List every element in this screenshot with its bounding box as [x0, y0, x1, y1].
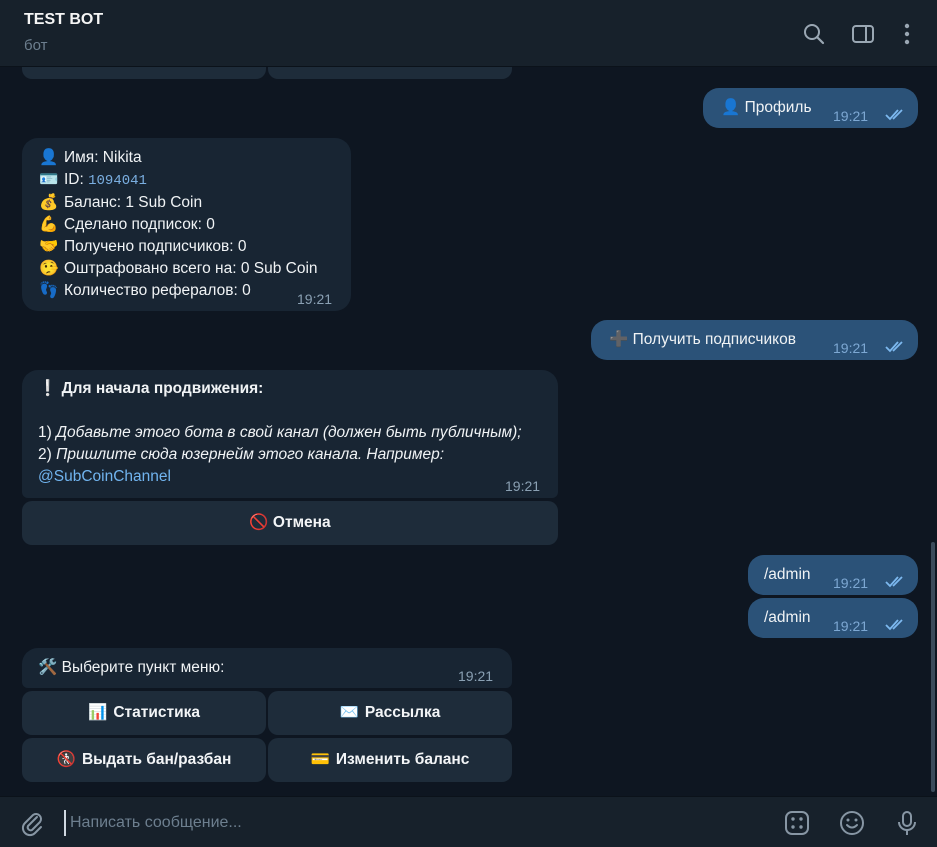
bar-chart-icon: 📊 — [88, 704, 108, 721]
profile-line-subscriptions: 💪 Сделано подписок: 0 — [38, 214, 351, 236]
message-composer — [0, 796, 937, 847]
promo-step-2: 2) Пришлите сюда юзернейм этого канала. … — [38, 446, 445, 463]
credit-card-icon: 💳 — [310, 751, 330, 768]
message-input[interactable] — [64, 810, 752, 836]
message-list[interactable]: 👤 Профиль 19:21 👤 Имя: Nikita 🪪 ID: 109404… — [0, 67, 937, 795]
chat-header[interactable]: TEST BOT бот — [0, 0, 937, 67]
message-time: 19:21 — [833, 618, 869, 634]
cutoff-inline-button-left[interactable] — [22, 67, 266, 79]
profile-line-name: 👤 Имя: Nikita — [38, 147, 351, 169]
envelope-icon: ✉️ — [339, 704, 359, 721]
chat-subtitle: бот — [24, 37, 48, 54]
statistics-button[interactable]: 📊 Статистика — [22, 691, 266, 735]
ban-unban-button[interactable]: 🚷 Выдать бан/разбан — [22, 738, 266, 782]
paperclip-icon[interactable] — [18, 809, 46, 837]
emoji-smile-icon[interactable] — [838, 809, 866, 837]
muscle-icon: 💪 — [39, 216, 59, 233]
outgoing-message-admin-2[interactable]: /admin 19:21 — [748, 598, 918, 638]
message-time: 19:21 — [458, 668, 494, 684]
search-icon[interactable] — [802, 22, 826, 46]
message-time: 19:21 — [297, 291, 333, 307]
message-time: 19:21 — [505, 478, 541, 494]
promo-step-1: 1) Добавьте этого бота в свой канал (дол… — [38, 424, 522, 441]
more-vertical-icon[interactable] — [895, 22, 919, 46]
profile-line-id: 🪪 ID: 1094041 — [39, 171, 147, 189]
chat-title[interactable]: TEST BOT — [24, 11, 103, 29]
message-time: 19:21 — [833, 108, 869, 124]
profile-line-fines: 🤥 Оштрафовано всего на: 0 Sub Coin — [38, 258, 351, 280]
promo-heading: ❕ Для начала продвижения: — [38, 380, 264, 397]
broadcast-button[interactable]: ✉️ Рассылка — [268, 691, 512, 735]
no-pedestrians-icon: 🚷 — [56, 751, 76, 768]
user-icon: 👤 — [39, 149, 59, 166]
microphone-icon[interactable] — [893, 809, 921, 837]
sidebar-toggle-icon[interactable] — [851, 22, 875, 46]
message-text: ➕ Получить подписчиков — [609, 331, 796, 348]
profile-line-subscribers: 🤝 Получено подписчиков: 0 — [38, 236, 351, 258]
message-text: 🛠️ Выберите пункт меню: — [38, 659, 225, 676]
message-time: 19:21 — [833, 575, 869, 591]
change-balance-button[interactable]: 💳 Изменить баланс — [268, 738, 512, 782]
double-check-icon — [885, 341, 903, 353]
message-text: /admin — [764, 566, 811, 583]
cancel-button[interactable]: 🚫 Отмена — [22, 501, 558, 545]
double-check-icon — [885, 619, 903, 631]
message-text: /admin — [764, 609, 811, 626]
incoming-message-promotion[interactable]: ❕ Для начала продвижения: 1) Добавьте эт… — [22, 370, 558, 498]
footprints-icon: 👣 — [39, 282, 59, 299]
message-time: 19:21 — [833, 340, 869, 356]
incoming-message-profile[interactable]: 👤 Имя: Nikita 🪪 ID: 1094041 💰 Баланс: 1 Sub… — [22, 138, 351, 311]
incoming-message-menu[interactable]: 🛠️ Выберите пункт меню: 19:21 — [22, 648, 512, 688]
chat-scrollbar[interactable] — [931, 542, 935, 792]
profile-line-balance: 💰 Баланс: 1 Sub Coin — [38, 192, 351, 214]
outgoing-message-get-subscribers[interactable]: ➕ Получить подписчиков 19:21 — [591, 320, 918, 360]
lying-face-icon: 🤥 — [39, 260, 59, 277]
double-check-icon — [885, 576, 903, 588]
money-bag-icon: 💰 — [39, 194, 59, 211]
channel-link[interactable]: @SubCoinChannel — [38, 466, 558, 488]
message-text: 👤 Профиль — [721, 99, 812, 116]
bot-commands-icon[interactable] — [783, 809, 811, 837]
user-id-code[interactable]: 1094041 — [88, 173, 147, 189]
outgoing-message-profile[interactable]: 👤 Профиль 19:21 — [703, 88, 918, 128]
double-check-icon — [885, 109, 903, 121]
outgoing-message-admin-1[interactable]: /admin 19:21 — [748, 555, 918, 595]
cutoff-inline-button-right[interactable] — [268, 67, 512, 79]
handshake-icon: 🤝 — [39, 238, 59, 255]
id-card-icon: 🪪 — [39, 171, 59, 188]
